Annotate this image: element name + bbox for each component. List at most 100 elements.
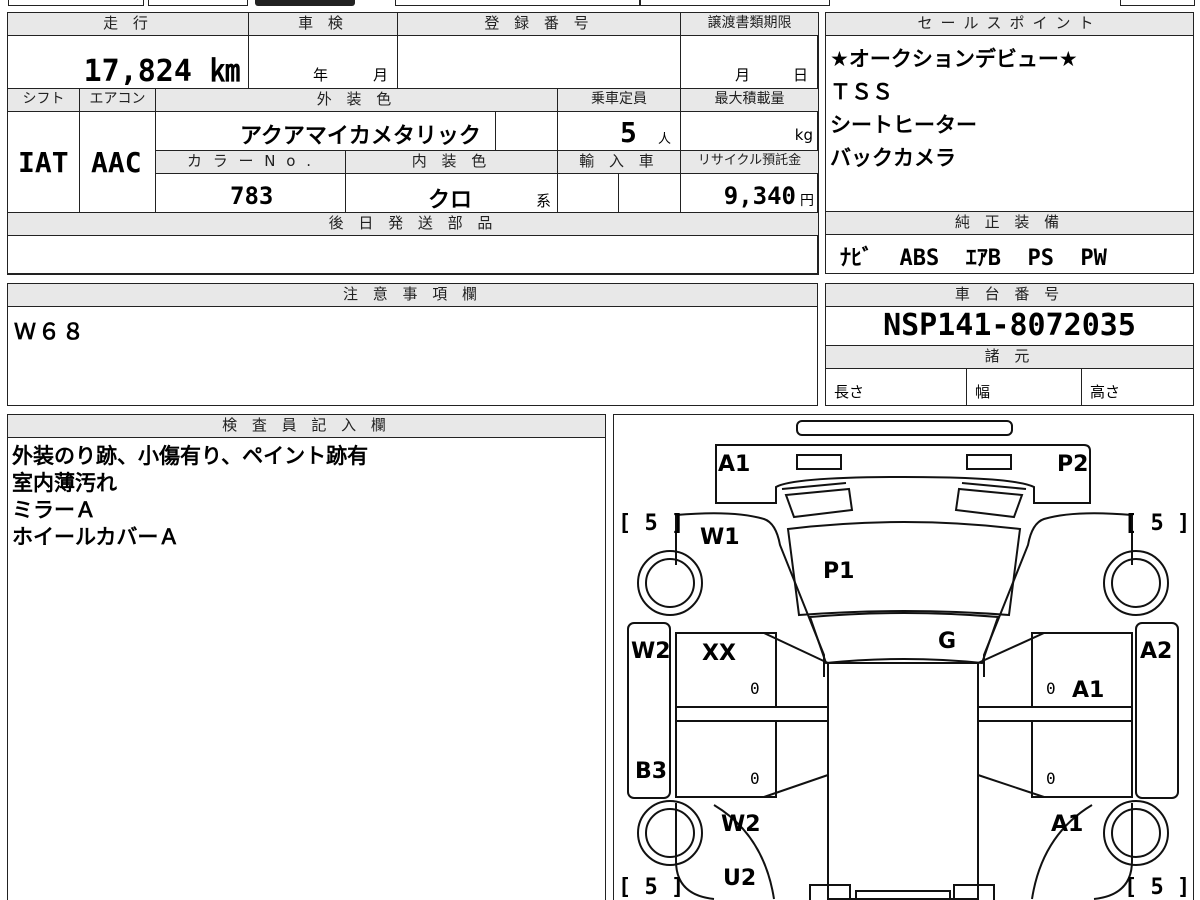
- car-outline-icon: [627, 420, 1179, 900]
- color-no-label: カ ラ ー N o .: [155, 150, 346, 174]
- sales-point-line: バックカメラ: [830, 146, 956, 170]
- equipment-label: 純 正 装 備: [825, 211, 1194, 235]
- inspector-line: 外装のり跡、小傷有り、ペイント跡有: [12, 444, 369, 468]
- inspector-line: ミラーＡ: [12, 498, 96, 522]
- notes-label: 注 意 事 項 欄: [7, 283, 818, 307]
- exterior-color-label: 外 装 色: [155, 88, 558, 112]
- label-left-rear-door: W2: [721, 812, 761, 837]
- registration-label: 登 録 番 号: [397, 12, 681, 36]
- equipment-box: 純 正 装 備 ﾅﾋﾞ ABS ｴｱB PS PW: [825, 211, 1194, 274]
- later-parts-cell: [7, 235, 819, 275]
- exterior-color-extra-cell: [495, 111, 558, 151]
- zero-mark: 0: [1046, 769, 1056, 788]
- exterior-color-cell: アクアマイカメタリック: [155, 111, 496, 151]
- label-hood: P1: [823, 559, 855, 584]
- label-front-left: A1: [718, 452, 751, 477]
- width-cell: 幅: [966, 368, 1082, 406]
- exterior-color-value: アクアマイカメタリック: [240, 124, 481, 149]
- shift-label: シフト: [7, 88, 80, 112]
- capacity-unit: 人: [658, 132, 672, 147]
- width-label: 幅: [975, 383, 991, 401]
- label-windshield: G: [938, 629, 957, 654]
- transfer-month-unit: 月: [735, 66, 751, 84]
- notes-box: 注 意 事 項 欄 Ｗ６８: [7, 283, 818, 406]
- sales-point-line: ＴＳＳ: [830, 80, 893, 104]
- inspector-line: ホイールカバーＡ: [12, 525, 180, 549]
- length-label: 長さ: [834, 383, 865, 401]
- inspection-year-unit: 年: [313, 66, 329, 84]
- bracket-bottom-right: [ 5 ]: [1124, 875, 1191, 900]
- bracket-top-left: [ 5 ]: [618, 511, 685, 536]
- label-right-rear-door: A1: [1051, 812, 1084, 837]
- max-load-cell: kg: [680, 111, 819, 151]
- sales-points-label: セールスポイント: [825, 12, 1194, 36]
- height-cell: 高さ: [1081, 368, 1194, 406]
- registration-cell: [397, 35, 681, 89]
- later-parts-label: 後 日 発 送 部 品: [7, 212, 819, 236]
- mileage-label: 走 行: [7, 12, 249, 36]
- color-no-cell: 783: [155, 173, 346, 213]
- zero-mark: 0: [1046, 679, 1056, 698]
- label-right-side: A2: [1140, 639, 1173, 664]
- inspector-lines: 外装のり跡、小傷有り、ペイント跡有 室内薄汚れ ミラーＡ ホイールカバーＡ: [12, 443, 368, 551]
- inspection-label: 車 検: [248, 12, 398, 36]
- label-left-side-front: W2: [631, 639, 671, 664]
- inspector-box: 検 査 員 記 入 欄 外装のり跡、小傷有り、ペイント跡有 室内薄汚れ ミラーＡ…: [7, 414, 606, 900]
- interior-color-cell: クロ 系: [345, 173, 558, 213]
- recycle-unit: 円: [800, 193, 814, 209]
- mileage-cell: 17,824 ㎞: [7, 35, 249, 89]
- capacity-value: 5: [620, 116, 637, 149]
- chassis-value: NSP141-8072035: [883, 308, 1136, 343]
- label-front-right: P2: [1057, 452, 1089, 477]
- label-right-front-door: A1: [1072, 678, 1105, 703]
- bracket-top-right: [ 5 ]: [1124, 511, 1191, 536]
- label-left-front-fender: W1: [700, 525, 740, 550]
- inspector-label: 検 査 員 記 入 欄: [7, 414, 606, 438]
- label-left-rear: U2: [723, 866, 757, 891]
- chassis-label: 車 台 番 号: [825, 283, 1194, 307]
- zero-mark: 0: [750, 679, 760, 698]
- color-no-value: 783: [230, 182, 274, 210]
- sales-point-line: ★オークションデビュー★: [830, 47, 1078, 71]
- capacity-cell: 5 人: [557, 111, 681, 151]
- import-cell-b: [618, 173, 681, 213]
- transfer-deadline-label: 譲渡書類期限: [680, 12, 819, 36]
- recycle-value: 9,340: [723, 182, 796, 210]
- interior-color-label: 内 装 色: [345, 150, 558, 174]
- import-cell-a: [557, 173, 619, 213]
- aircon-cell: AAC: [79, 111, 156, 213]
- zero-mark: 0: [750, 769, 760, 788]
- recycle-label: リサイクル預託金: [680, 150, 819, 174]
- equipment-value: ﾅﾋﾞ ABS ｴｱB PS PW: [840, 246, 1107, 271]
- bracket-bottom-left: [ 5 ]: [618, 875, 685, 900]
- shift-value: IAT: [18, 146, 69, 179]
- max-load-unit: kg: [794, 126, 813, 144]
- label-left-rear-side: B3: [635, 759, 668, 784]
- import-label: 輸 入 車: [557, 150, 681, 174]
- sales-point-line: シートヒーター: [830, 113, 977, 137]
- length-cell: 長さ: [825, 368, 967, 406]
- label-left-front-door: XX: [702, 641, 736, 666]
- shift-cell: IAT: [7, 111, 80, 213]
- height-label: 高さ: [1090, 383, 1121, 401]
- capacity-label: 乗車定員: [557, 88, 681, 112]
- damage-diagram: A1 P2 P1 W1 G XX W2 A2 A1 B3 W2 A1 U2 0 …: [613, 414, 1194, 900]
- interior-color-value: クロ: [428, 188, 473, 213]
- transfer-day-unit: 日: [793, 66, 809, 84]
- inspection-cell: 年 月: [248, 35, 398, 89]
- aircon-label: エアコン: [79, 88, 156, 112]
- inspector-line: 室内薄汚れ: [12, 471, 117, 495]
- notes-value: Ｗ６８: [14, 320, 87, 345]
- inspection-month-unit: 月: [373, 66, 389, 84]
- specs-label: 諸 元: [825, 345, 1194, 369]
- chassis-box: 車 台 番 号 NSP141-8072035 諸 元 長さ 幅 高さ: [825, 283, 1194, 406]
- recycle-cell: 9,340 円: [680, 173, 819, 213]
- sales-points-box: セールスポイント ★オークションデビュー★ ＴＳＳ シートヒーター バックカメラ: [825, 12, 1194, 212]
- top-clipped-strip: [0, 0, 1200, 10]
- interior-color-suffix: 系: [536, 192, 552, 210]
- max-load-label: 最大積載量: [680, 88, 819, 112]
- transfer-deadline-cell: 月 日: [680, 35, 819, 89]
- aircon-value: AAC: [91, 146, 142, 179]
- sales-points-list: ★オークションデビュー★ ＴＳＳ シートヒーター バックカメラ: [830, 43, 1078, 175]
- mileage-value: 17,824 ㎞: [83, 54, 240, 89]
